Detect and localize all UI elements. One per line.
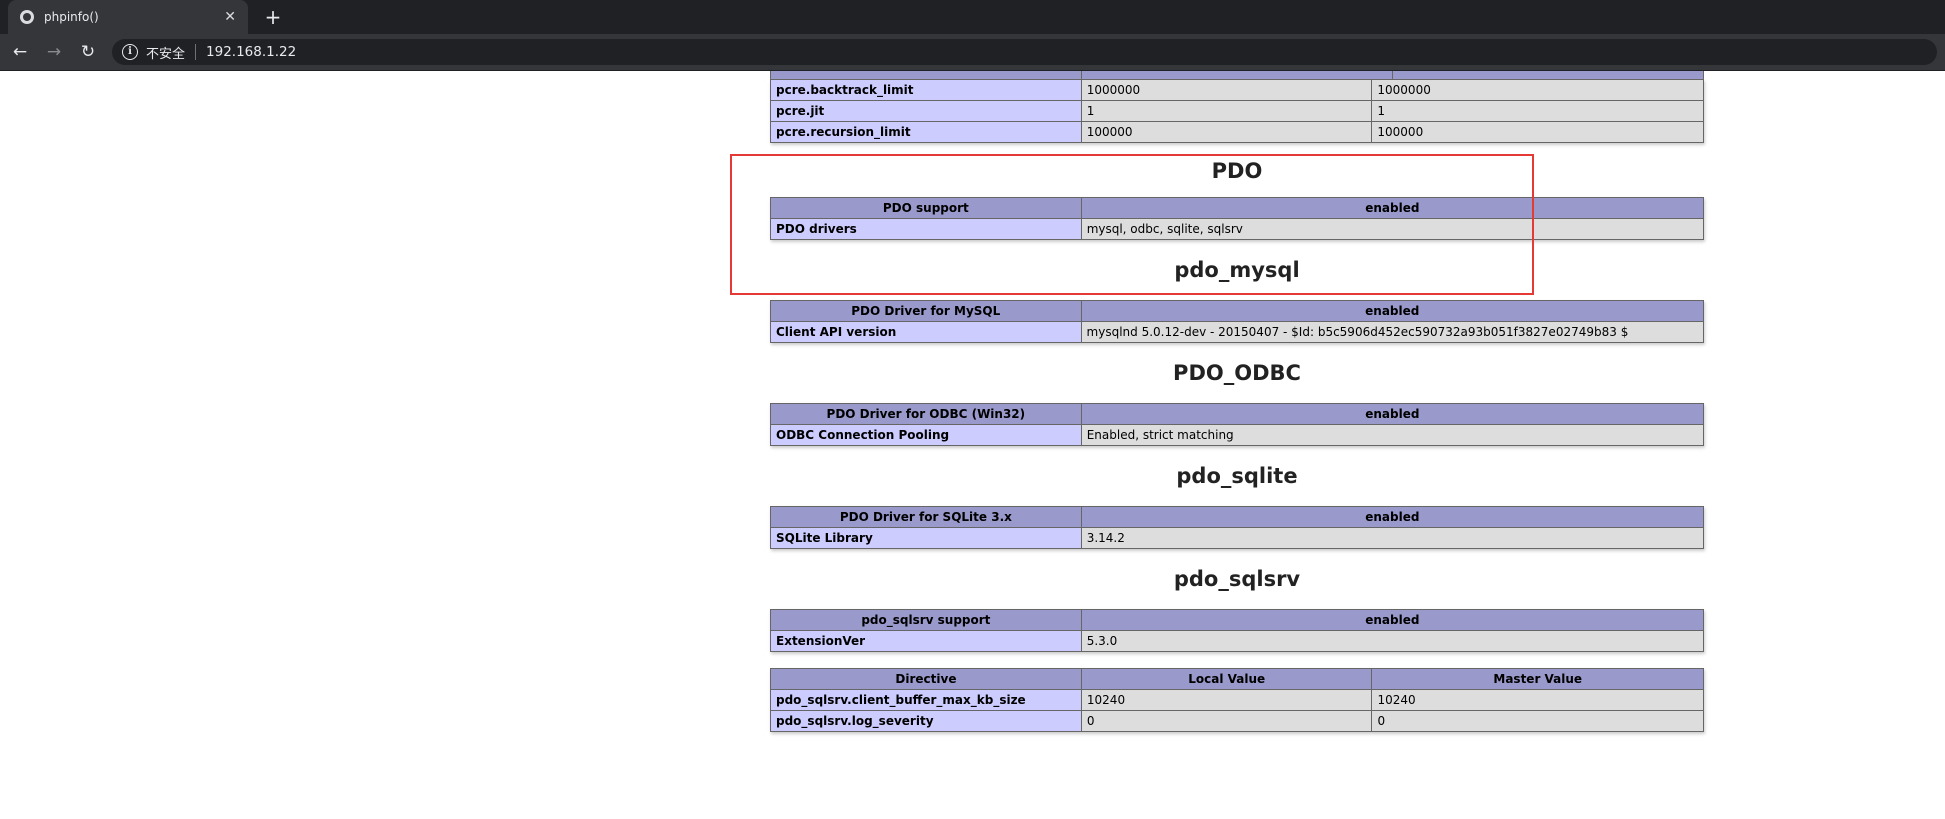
pdo-sqlite-table: PDO Driver for SQLite 3.x enabled SQLite… (770, 506, 1705, 549)
directive-cell: pcre.backtrack_limit (770, 79, 1082, 101)
header-cell: enabled (1080, 609, 1705, 631)
header-cell: enabled (1080, 197, 1705, 219)
value-cell: mysqlnd 5.0.12-dev - 20150407 - $Id: b5c… (1080, 321, 1705, 343)
table-row: SQLite Library 3.14.2 (770, 527, 1705, 549)
directive-cell: Client API version (770, 321, 1082, 343)
master-value-cell: 1000000 (1371, 79, 1704, 101)
browser-tab-strip: phpinfo() ✕ + (0, 0, 1945, 34)
value-cell: 3.14.2 (1080, 527, 1705, 549)
phpinfo-content: pcre.backtrack_limit 1000000 1000000 pcr… (770, 71, 1705, 732)
header-cell: pdo_sqlsrv support (770, 609, 1082, 631)
section-title-pdo: PDO (1211, 159, 1263, 183)
reload-button[interactable]: ↻ (74, 38, 102, 66)
local-value-cell: 1 (1080, 100, 1373, 122)
close-icon[interactable]: ✕ (224, 9, 236, 25)
divider (195, 44, 197, 60)
section-title-pdo-odbc: PDO_ODBC (1173, 361, 1301, 385)
table-row: pdo_sqlsrv.log_severity 0 0 (770, 710, 1704, 732)
section-title-pdo-sqlite: pdo_sqlite (1176, 464, 1298, 488)
table-header-row: pdo_sqlsrv support enabled (770, 609, 1705, 631)
pdo-odbc-table: PDO Driver for ODBC (Win32) enabled ODBC… (770, 403, 1705, 446)
address-bar[interactable]: i 不安全 192.168.1.22 (112, 39, 1937, 65)
table-row: Client API version mysqlnd 5.0.12-dev - … (770, 321, 1705, 343)
value-cell: mysql, odbc, sqlite, sqlsrv (1080, 218, 1705, 240)
header-cell: PDO support (770, 197, 1082, 219)
header-cell: PDO Driver for ODBC (Win32) (770, 403, 1082, 425)
section-title-pdo-sqlsrv: pdo_sqlsrv (1173, 567, 1301, 591)
header-cell: enabled (1080, 403, 1705, 425)
local-value-cell: 1000000 (1080, 79, 1373, 101)
back-button[interactable]: ← (6, 38, 34, 66)
directive-cell: pdo_sqlsrv.client_buffer_max_kb_size (770, 689, 1082, 711)
security-label: 不安全 (146, 46, 186, 62)
header-cell: PDO Driver for MySQL (770, 300, 1082, 322)
master-value-cell: 1 (1371, 100, 1704, 122)
header-cell: enabled (1080, 506, 1705, 528)
master-value-cell: 100000 (1371, 121, 1704, 143)
pdo-mysql-table: PDO Driver for MySQL enabled Client API … (770, 300, 1705, 343)
directive-cell: pdo_sqlsrv.log_severity (770, 710, 1082, 732)
table-header-row: PDO Driver for ODBC (Win32) enabled (770, 403, 1705, 425)
value-cell: Enabled, strict matching (1080, 424, 1705, 446)
url-text[interactable]: 192.168.1.22 (206, 44, 296, 60)
local-value-cell: 0 (1080, 710, 1373, 732)
header-cell: PDO Driver for SQLite 3.x (770, 506, 1082, 528)
table-row: pcre.backtrack_limit 1000000 1000000 (770, 79, 1704, 101)
section-title-pdo-mysql: pdo_mysql (1174, 258, 1300, 282)
globe-icon (20, 10, 34, 24)
forward-button[interactable]: → (40, 38, 68, 66)
pdo-sqlsrv-directives-table: Directive Local Value Master Value pdo_s… (770, 668, 1704, 732)
local-value-cell: 100000 (1080, 121, 1373, 143)
table-header-row: Directive Local Value Master Value (770, 668, 1704, 690)
pcre-header-remnant (770, 71, 1704, 79)
master-value-cell: 10240 (1371, 689, 1704, 711)
tab-title: phpinfo() (44, 10, 99, 24)
header-cell: Directive (770, 668, 1082, 690)
table-row: ExtensionVer 5.3.0 (770, 630, 1705, 652)
table-row: PDO drivers mysql, odbc, sqlite, sqlsrv (770, 218, 1705, 240)
directive-cell: SQLite Library (770, 527, 1082, 549)
header-cell: enabled (1080, 300, 1705, 322)
value-cell: 5.3.0 (1080, 630, 1705, 652)
new-tab-button[interactable]: + (260, 4, 286, 30)
info-icon[interactable]: i (122, 44, 138, 60)
pcre-table: pcre.backtrack_limit 1000000 1000000 pcr… (770, 79, 1704, 143)
table-header-row: PDO Driver for SQLite 3.x enabled (770, 506, 1705, 528)
directive-cell: pcre.recursion_limit (770, 121, 1082, 143)
table-row: ODBC Connection Pooling Enabled, strict … (770, 424, 1705, 446)
table-row: pcre.jit 1 1 (770, 100, 1704, 122)
header-cell: Master Value (1371, 668, 1704, 690)
browser-toolbar: ← → ↻ i 不安全 192.168.1.22 (0, 34, 1945, 71)
table-row: pcre.recursion_limit 100000 100000 (770, 121, 1704, 143)
directive-cell: pcre.jit (770, 100, 1082, 122)
table-header-row: PDO support enabled (770, 197, 1705, 219)
master-value-cell: 0 (1371, 710, 1704, 732)
table-row: pdo_sqlsrv.client_buffer_max_kb_size 102… (770, 689, 1704, 711)
directive-cell: ODBC Connection Pooling (770, 424, 1082, 446)
table-header-row: PDO Driver for MySQL enabled (770, 300, 1705, 322)
pdo-table: PDO support enabled PDO drivers mysql, o… (770, 197, 1705, 240)
local-value-cell: 10240 (1080, 689, 1373, 711)
directive-cell: ExtensionVer (770, 630, 1082, 652)
pdo-sqlsrv-table: pdo_sqlsrv support enabled ExtensionVer … (770, 609, 1705, 652)
directive-cell: PDO drivers (770, 218, 1082, 240)
header-cell: Local Value (1080, 668, 1373, 690)
page-content: pcre.backtrack_limit 1000000 1000000 pcr… (0, 71, 1945, 819)
browser-tab[interactable]: phpinfo() ✕ (8, 0, 248, 34)
